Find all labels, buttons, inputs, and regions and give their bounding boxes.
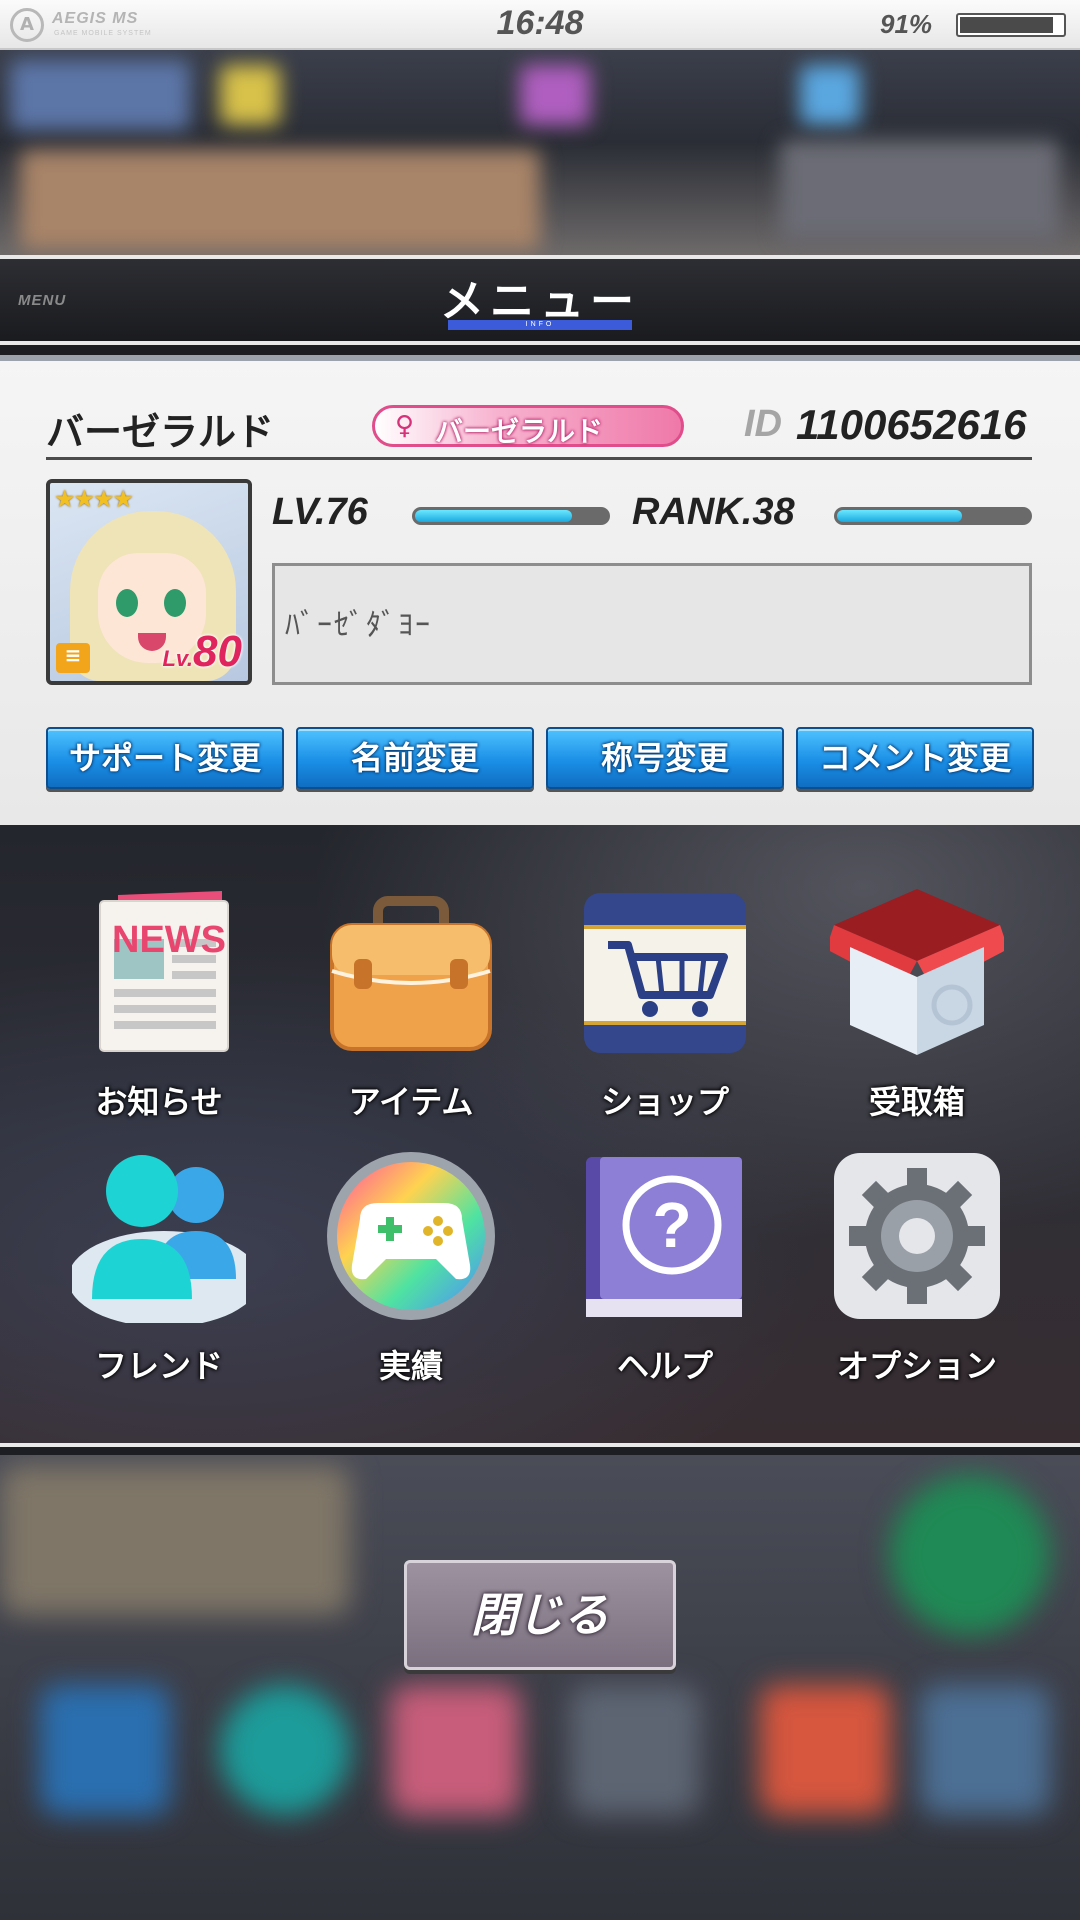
svg-text:?: ? bbox=[652, 1189, 691, 1261]
avatar[interactable]: ★★★★ ≡ Lv.80 bbox=[46, 479, 252, 685]
change-comment-button[interactable]: コメント変更 bbox=[796, 727, 1034, 789]
unit-type-icon: ≡ bbox=[56, 643, 90, 673]
change-title-button[interactable]: 称号変更 bbox=[546, 727, 784, 789]
change-support-button[interactable]: サポート変更 bbox=[46, 727, 284, 789]
page-title-sub: INFO bbox=[525, 321, 555, 328]
close-button[interactable]: 閉じる bbox=[404, 1560, 676, 1670]
menu-label-friend: フレンド bbox=[94, 1347, 223, 1385]
help-book-icon: ? bbox=[578, 1149, 752, 1323]
rank-progress-bar bbox=[834, 507, 1032, 525]
battery-percent: 91% bbox=[880, 9, 933, 39]
menu-item-inbox[interactable]: 受取箱 bbox=[792, 825, 1042, 1121]
level-progress-bar bbox=[412, 507, 610, 525]
player-rank: RANK.38 bbox=[632, 491, 795, 533]
background-blur-top bbox=[0, 50, 1080, 255]
rarity-stars-icon: ★★★★ bbox=[54, 485, 134, 513]
player-name: バーゼラルド bbox=[46, 410, 275, 454]
shopping-cart-icon bbox=[578, 885, 752, 1059]
menu-item-help[interactable]: ? ヘルプ bbox=[540, 1089, 790, 1385]
news-icon-text: NEWS bbox=[112, 919, 226, 961]
menu-label-option: オプション bbox=[836, 1347, 997, 1385]
menu-item-friend[interactable]: フレンド bbox=[34, 1089, 284, 1385]
briefcase-icon bbox=[324, 885, 498, 1059]
profile-panel: バーゼラルド ♀ バーゼラルド ID 1100652616 ★★★★ ≡ Lv.… bbox=[0, 355, 1080, 825]
gear-icon bbox=[830, 1149, 1004, 1323]
menu-label-achievement: 実績 bbox=[378, 1347, 443, 1385]
gamepad-icon bbox=[324, 1149, 498, 1323]
player-title-text: バーゼラルド bbox=[435, 415, 604, 448]
avatar-level: Lv.80 bbox=[162, 627, 242, 677]
level-progress-fill bbox=[415, 510, 573, 522]
menu-header: MENU メニュー INFO bbox=[0, 255, 1080, 345]
menu-grid: NEWS お知らせ アイテム ショップ 受取箱 フレンド 実績 ? ヘルプ オプ… bbox=[0, 825, 1080, 1447]
menu-item-item[interactable]: アイテム bbox=[286, 825, 536, 1121]
newspaper-icon bbox=[72, 885, 246, 1059]
player-level: LV.76 bbox=[272, 491, 368, 533]
player-comment: ﾊﾞｰｾﾞﾀﾞﾖｰ bbox=[285, 608, 432, 643]
menu-item-news[interactable]: NEWS お知らせ bbox=[34, 825, 284, 1121]
menu-label-help: ヘルプ bbox=[616, 1347, 713, 1385]
background-blur-bottom bbox=[0, 1455, 1080, 1920]
divider bbox=[46, 457, 1032, 460]
battery-icon bbox=[956, 13, 1066, 37]
player-comment-box: ﾊﾞｰｾﾞﾀﾞﾖｰ bbox=[272, 563, 1032, 685]
gift-box-icon bbox=[826, 885, 1008, 1059]
page-title-underline: INFO bbox=[448, 320, 632, 330]
character-silhouette-icon: ♀ bbox=[395, 411, 415, 441]
avatar-eye-left bbox=[116, 589, 138, 617]
avatar-level-value: 80 bbox=[193, 627, 242, 676]
player-id-label: ID bbox=[744, 403, 782, 445]
friends-icon bbox=[68, 1149, 260, 1327]
menu-item-achievement[interactable]: 実績 bbox=[286, 1089, 536, 1385]
avatar-eye-right bbox=[164, 589, 186, 617]
battery-level-fill bbox=[960, 17, 1053, 33]
status-bar: A AEGIS MS GAME MOBILE SYSTEM 16:48 91% bbox=[0, 0, 1080, 50]
change-name-button[interactable]: 名前変更 bbox=[296, 727, 534, 789]
menu-item-option[interactable]: オプション bbox=[792, 1089, 1042, 1385]
player-id: 1100652616 bbox=[796, 401, 1027, 448]
menu-item-shop[interactable]: ショップ bbox=[540, 825, 790, 1121]
avatar-level-prefix: Lv. bbox=[162, 646, 194, 671]
rank-progress-fill bbox=[837, 510, 962, 522]
player-title-badge: ♀ バーゼラルド bbox=[372, 405, 684, 448]
